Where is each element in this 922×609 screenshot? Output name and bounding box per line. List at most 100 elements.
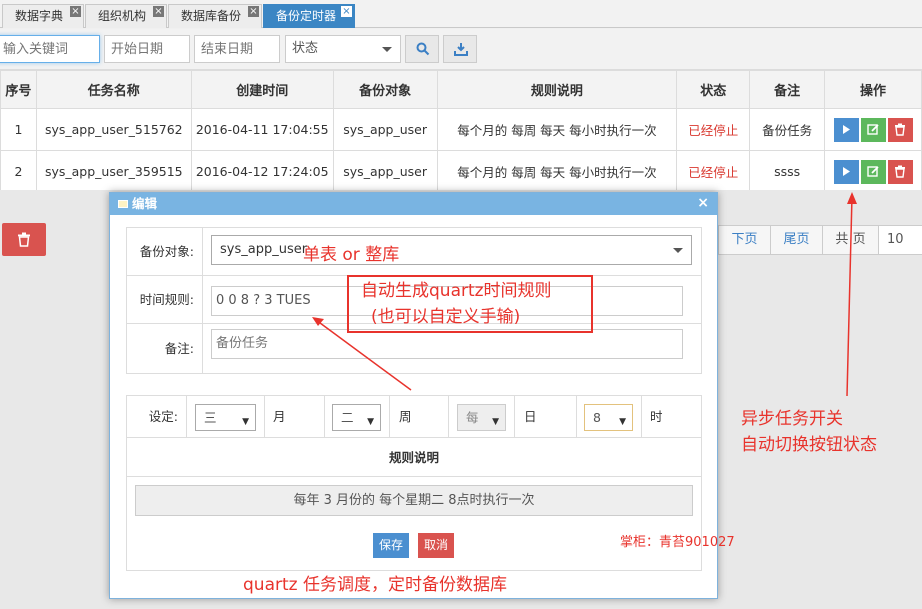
week-select[interactable]: 二 ▼ [332,404,381,431]
remark-input[interactable]: 备份任务 [211,329,683,359]
tab-bar: 数据字典 × 组织机构 × 数据库备份 × 备份定时器 × [0,0,922,28]
page-size-select[interactable]: 10 [878,225,922,255]
status-badge: 已经停止 [676,150,751,193]
column-header: 操作 [824,70,922,109]
trash-icon [18,232,30,247]
tab-data-dictionary[interactable]: 数据字典 × [2,4,84,28]
task-table: 序号 任务名称 创建时间 备份对象 规则说明 状态 备注 操作 1 sys_ap… [0,70,922,193]
row-number: 2 [0,150,37,193]
tab-backup-timer[interactable]: 备份定时器 × [263,4,355,28]
status-badge: 已经停止 [676,108,751,151]
backup-target-label: 备份对象: [127,228,203,275]
column-header: 备份对象 [332,70,438,109]
dialog-title: 编辑 [132,196,158,211]
hour-value: 8 [593,410,601,425]
start-date-input[interactable] [104,35,190,63]
pager-next[interactable]: 下页 [718,225,771,255]
month-select[interactable]: 三 ▼ [195,404,256,431]
start-task-button[interactable] [833,159,859,184]
day-select[interactable]: 每 ▼ [457,404,506,431]
trash-icon [894,123,905,136]
divider [264,396,265,438]
divider [448,396,449,438]
backup-target-select[interactable]: sys_app_user [211,235,692,265]
trash-icon [894,165,905,178]
delete-task-button[interactable] [887,117,913,142]
divider [514,396,515,438]
edit-icon [866,123,879,135]
chevron-down-icon: ▼ [242,417,249,427]
row-actions [824,150,922,193]
column-header: 状态 [676,70,751,109]
created-time: 2016-04-12 17:24:05 [190,150,334,193]
annotation-footer: quartz 任务调度，定时备份数据库 [243,575,507,595]
play-icon [842,124,850,134]
divider [576,396,577,438]
annotation-auto-rule-line2: (也可以自定义手输) [371,307,521,327]
schedule-row: 设定: 三 ▼ 月 二 ▼ 周 每 ▼ 日 8 ▼ 时 [127,396,701,438]
time-rule-label: 时间规则: [127,276,203,323]
cancel-button[interactable]: 取消 [418,533,454,558]
end-date-input[interactable] [194,35,280,63]
close-icon[interactable]: × [153,6,164,17]
row-actions [824,108,922,151]
tab-organization[interactable]: 组织机构 × [85,4,167,28]
hour-select[interactable]: 8 ▼ [584,404,633,431]
tab-database-backup[interactable]: 数据库备份 × [168,4,262,28]
column-header: 任务名称 [35,70,192,109]
search-icon [416,42,430,56]
pager-last[interactable]: 尾页 [770,225,823,255]
chevron-down-icon: ▼ [619,417,626,427]
tab-label: 组织机构 [98,9,147,23]
task-name: sys_app_user_359515 [35,150,192,193]
table-row: 1 sys_app_user_515762 2016-04-11 17:04:5… [0,108,922,151]
status-select[interactable]: 状态 [285,35,401,63]
column-header: 备注 [749,70,826,109]
tab-label: 备份定时器 [276,9,337,23]
annotation-async-line2: 自动切换按钮状态 [741,435,877,455]
chevron-down-icon [673,248,683,253]
rule-title: 规则说明 [127,439,701,477]
column-header: 规则说明 [436,70,678,109]
edit-icon [866,165,879,177]
edit-task-button[interactable] [860,117,886,142]
task-name: sys_app_user_515762 [35,108,192,151]
keyword-input[interactable] [0,35,100,63]
start-task-button[interactable] [833,117,859,142]
close-icon[interactable]: × [697,193,709,213]
dialog-header: 编辑 × [110,193,717,215]
column-header: 创建时间 [190,70,334,109]
annotation-single-or-all: 单表 or 整库 [303,245,400,265]
search-button[interactable] [405,35,439,63]
batch-delete-button[interactable] [2,223,46,256]
backup-target-value: sys_app_user [220,242,308,257]
chevron-down-icon [382,47,392,52]
remark: 备份任务 [749,108,826,151]
remark: ssss [749,150,826,193]
chevron-down-icon: ▼ [367,417,374,427]
row-number: 1 [0,108,37,151]
form-row-backup-target: 备份对象: sys_app_user [127,228,701,276]
day-value: 每 [466,410,479,425]
annotation-author: 掌柜：青苔901027 [620,535,735,550]
pager-page-word: 页 [852,232,866,247]
rule-description: 每个月的 每周 每天 每小时执行一次 [436,150,678,193]
close-icon[interactable]: × [341,6,352,17]
chevron-down-icon: ▼ [492,417,499,427]
save-button[interactable]: 保存 [373,533,409,558]
divider [324,396,325,438]
toolbar: 状态 [0,29,922,70]
edit-task-button[interactable] [860,159,886,184]
close-icon[interactable]: × [248,6,259,17]
status-select-value: 状态 [292,41,319,56]
download-icon [454,43,468,56]
divider [389,396,390,438]
created-time: 2016-04-11 17:04:55 [190,108,334,151]
close-icon[interactable]: × [70,6,81,17]
annotation-auto-rule-line1: 自动生成quartz时间规则 [361,281,552,301]
backup-target: sys_app_user [332,150,438,193]
column-header: 序号 [0,70,37,109]
download-button[interactable] [443,35,477,63]
annotation-async-line1: 异步任务开关 [741,409,843,429]
delete-task-button[interactable] [887,159,913,184]
